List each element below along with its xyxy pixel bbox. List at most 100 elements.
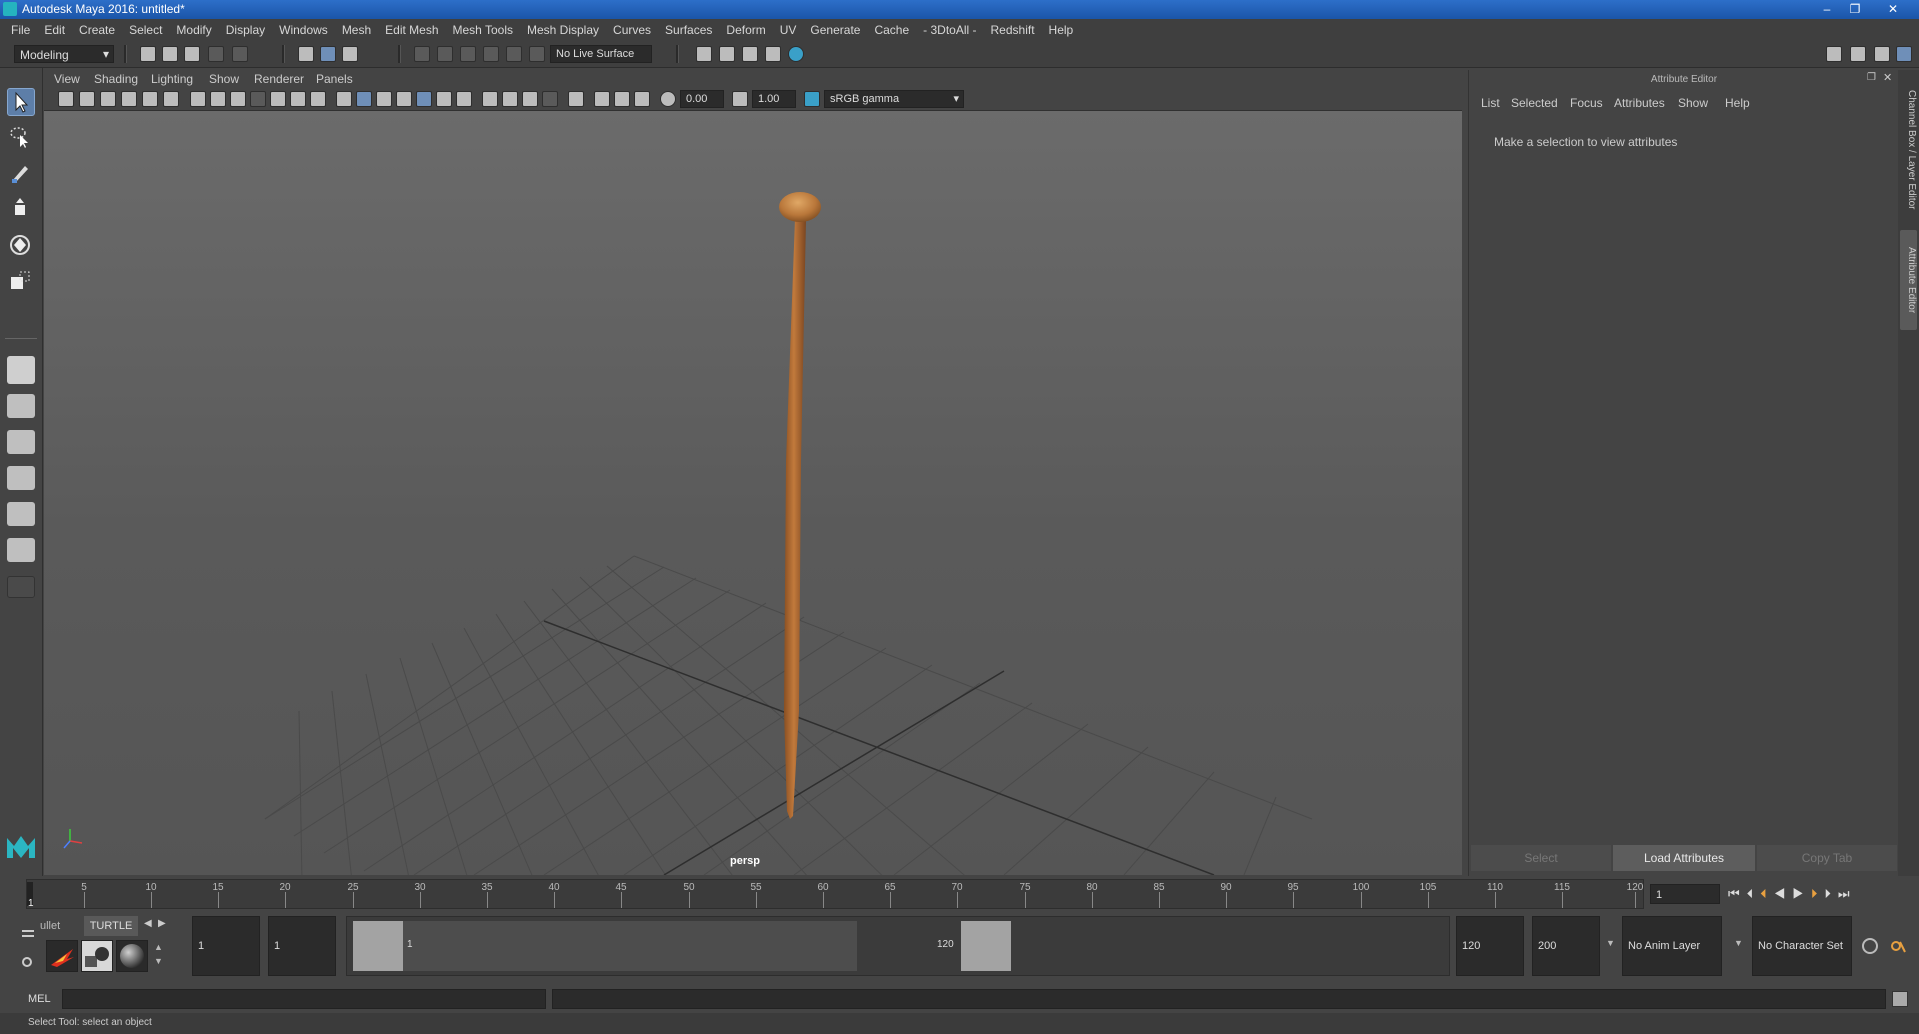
shelf-item-sphere-icon[interactable]	[116, 940, 148, 972]
isolate-select-icon[interactable]	[568, 91, 584, 107]
panel-menu-lighting[interactable]: Lighting	[151, 72, 193, 86]
gamma-icon[interactable]	[732, 91, 748, 107]
shelf-scroll-left-icon[interactable]: ◀	[144, 918, 152, 929]
new-scene-icon[interactable]	[140, 46, 156, 62]
save-scene-icon[interactable]	[184, 46, 200, 62]
ae-menu-help[interactable]: Help	[1725, 96, 1750, 110]
resolution-gate-icon[interactable]	[230, 91, 246, 107]
time-ruler[interactable]: 1 5 10 15 20 25 30 35 40 45 50 55 60 65 …	[26, 879, 1644, 909]
snap-grid-icon[interactable]	[414, 46, 430, 62]
chevron-down-icon[interactable]: ▼	[1734, 938, 1743, 948]
gamma-field[interactable]: 1.00	[752, 90, 796, 108]
panel-menu-shading[interactable]: Shading	[94, 72, 138, 86]
snap-curve-icon[interactable]	[437, 46, 453, 62]
select-by-component-icon[interactable]	[342, 46, 358, 62]
open-scene-icon[interactable]	[162, 46, 178, 62]
menu-generate[interactable]: Generate	[803, 23, 867, 37]
snap-projected-center-icon[interactable]	[483, 46, 499, 62]
wireframe-on-shaded-icon[interactable]	[396, 91, 412, 107]
step-forward-frame-icon[interactable]: ⏵	[1824, 886, 1838, 901]
shelf-scroll-right-icon[interactable]: ▶	[158, 918, 166, 929]
image-plane-icon[interactable]	[121, 91, 137, 107]
menu-help[interactable]: Help	[1042, 23, 1081, 37]
range-end-handle[interactable]	[961, 921, 1011, 971]
menu-create[interactable]: Create	[72, 23, 122, 37]
play-forwards-icon[interactable]: ▶	[1792, 886, 1811, 901]
wireframe-icon[interactable]	[336, 91, 352, 107]
select-by-object-icon[interactable]	[320, 46, 336, 62]
undo-icon[interactable]	[208, 46, 224, 62]
close-button[interactable]: ✕	[1880, 0, 1906, 18]
walking-stick-knob[interactable]	[779, 192, 821, 222]
walking-stick-shaft[interactable]	[784, 219, 806, 819]
film-gate-icon[interactable]	[210, 91, 226, 107]
paint-select-tool-icon[interactable]	[7, 160, 35, 188]
gate-mask-icon[interactable]	[250, 91, 266, 107]
tab-attribute-editor[interactable]: Attribute Editor	[1900, 230, 1917, 330]
camera-tools-icon[interactable]	[79, 91, 95, 107]
menu-cache[interactable]: Cache	[867, 23, 916, 37]
menu-modify[interactable]: Modify	[169, 23, 218, 37]
outliner-persp-layout-icon[interactable]	[7, 502, 35, 526]
motion-blur-icon[interactable]	[502, 91, 518, 107]
menu-uv[interactable]: UV	[773, 23, 804, 37]
four-view-layout-icon[interactable]	[7, 394, 35, 418]
menu-deform[interactable]: Deform	[719, 23, 772, 37]
ae-menu-show[interactable]: Show	[1678, 96, 1708, 110]
snap-point-icon[interactable]	[460, 46, 476, 62]
view-transform-dropdown[interactable]: sRGB gamma ▾	[824, 90, 964, 108]
camera-attributes-icon[interactable]	[58, 91, 74, 107]
menu-edit-mesh[interactable]: Edit Mesh	[378, 23, 445, 37]
close-panel-icon[interactable]: ✕	[1883, 71, 1892, 84]
menu-surfaces[interactable]: Surfaces	[658, 23, 719, 37]
playback-end-field[interactable]: 120	[1456, 916, 1524, 976]
current-time-field[interactable]: 1	[1650, 884, 1720, 904]
xray-active-components-icon[interactable]	[614, 91, 630, 107]
render-settings-icon[interactable]	[742, 46, 758, 62]
render-view-icon[interactable]	[788, 46, 804, 62]
modeling-toolkit-icon[interactable]	[1826, 46, 1842, 62]
screen-space-ao-icon[interactable]	[482, 91, 498, 107]
shelf-tab-bullet[interactable]: ullet	[40, 916, 84, 936]
shelf-item-turtle-render-icon[interactable]	[81, 940, 113, 972]
ipr-render-icon[interactable]	[719, 46, 735, 62]
persp-graph-layout-icon[interactable]	[7, 466, 35, 490]
panel-menu-panels[interactable]: Panels	[316, 72, 353, 86]
exposure-icon[interactable]	[660, 91, 676, 107]
go-to-start-icon[interactable]: ⏮	[1728, 886, 1747, 901]
ae-menu-focus[interactable]: Focus	[1570, 96, 1603, 110]
ae-menu-list[interactable]: List	[1481, 96, 1500, 110]
panel-menu-renderer[interactable]: Renderer	[254, 72, 304, 86]
ae-menu-attributes[interactable]: Attributes	[1614, 96, 1665, 110]
menu-file[interactable]: File	[4, 23, 37, 37]
lasso-tool-icon[interactable]	[7, 124, 35, 152]
start-time-field[interactable]: 1	[192, 916, 260, 976]
command-language-label[interactable]: MEL	[28, 993, 51, 1005]
menu-redshift[interactable]: Redshift	[984, 23, 1042, 37]
xray-icon[interactable]	[594, 91, 610, 107]
minimize-button[interactable]: –	[1814, 0, 1840, 18]
float-panel-icon[interactable]: ❐	[1867, 72, 1876, 83]
grease-pencil-icon[interactable]	[163, 91, 179, 107]
end-time-field[interactable]: 200	[1532, 916, 1600, 976]
smooth-shade-icon[interactable]	[356, 91, 372, 107]
use-all-lights-icon[interactable]	[436, 91, 452, 107]
channel-box-toggle-icon[interactable]	[1896, 46, 1912, 62]
go-to-end-icon[interactable]: ⏭	[1838, 886, 1857, 901]
select-button[interactable]: Select	[1471, 845, 1611, 871]
range-slider[interactable]: 1 120	[346, 916, 1450, 976]
menu-windows[interactable]: Windows	[272, 23, 335, 37]
render-current-frame-icon[interactable]	[696, 46, 712, 62]
range-bar[interactable]	[353, 921, 857, 971]
persp-graph-hypershade-layout-icon[interactable]	[7, 538, 35, 562]
auto-key-icon[interactable]	[1862, 938, 1878, 954]
exposure-field[interactable]: 0.00	[680, 90, 724, 108]
textured-icon[interactable]	[416, 91, 432, 107]
redo-icon[interactable]	[232, 46, 248, 62]
scale-tool-icon[interactable]	[7, 268, 35, 296]
field-chart-icon[interactable]	[270, 91, 286, 107]
select-by-hierarchy-icon[interactable]	[298, 46, 314, 62]
panel-menu-view[interactable]: View	[54, 72, 80, 86]
rotate-tool-icon[interactable]	[7, 232, 35, 260]
panel-menu-show[interactable]: Show	[209, 72, 239, 86]
